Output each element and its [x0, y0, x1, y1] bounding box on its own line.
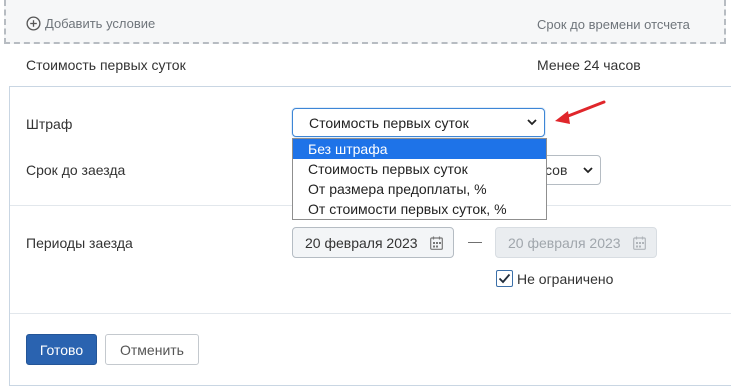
- cancel-button[interactable]: Отменить: [105, 334, 199, 365]
- unlimited-label: Не ограничено: [517, 270, 614, 287]
- penalty-dropdown-list: Без штрафа Стоимость первых суток От раз…: [292, 138, 547, 220]
- penalty-select[interactable]: Стоимость первых суток: [292, 108, 545, 137]
- dropdown-option[interactable]: От стоимости первых суток, %: [293, 199, 546, 219]
- date-from-value: 20 февраля 2023: [305, 234, 418, 251]
- divider: [10, 313, 731, 314]
- condition-penalty-summary: Стоимость первых суток: [26, 57, 186, 73]
- condition-term-summary: Менее 24 часов: [537, 57, 641, 73]
- calendar-icon: [430, 236, 443, 250]
- term-column-header: Срок до времени отсчета: [537, 17, 690, 32]
- add-condition-button[interactable]: Добавить условие: [26, 16, 155, 31]
- plus-circle-icon: [26, 16, 41, 31]
- red-arrow-annotation: [555, 100, 606, 124]
- dropdown-option[interactable]: От размера предоплаты, %: [293, 179, 546, 199]
- periods-label: Периоды заезда: [26, 235, 133, 251]
- chevron-down-icon: [583, 167, 593, 174]
- unlimited-checkbox[interactable]: Не ограничено: [496, 270, 613, 287]
- penalty-select-value: Стоимость первых суток: [309, 114, 469, 131]
- date-to-value: 20 февраля 2023: [508, 234, 621, 251]
- checkmark-icon: [498, 273, 511, 284]
- dropdown-option[interactable]: Стоимость первых суток: [293, 159, 546, 179]
- add-condition-label: Добавить условие: [45, 16, 156, 31]
- calendar-icon: [633, 236, 646, 250]
- done-button[interactable]: Готово: [26, 334, 97, 365]
- chevron-down-icon: [527, 119, 537, 126]
- dropdown-option[interactable]: Без штрафа: [293, 139, 546, 159]
- deadline-label: Срок до заезда: [26, 162, 126, 178]
- date-from-input[interactable]: 20 февраля 2023: [292, 227, 454, 258]
- checkbox-box[interactable]: [496, 270, 513, 287]
- deadline-unit-select[interactable]: сов: [540, 155, 601, 185]
- deadline-unit-value: сов: [545, 162, 568, 178]
- date-to-input[interactable]: 20 февраля 2023: [495, 227, 657, 258]
- date-range-separator: —: [468, 233, 482, 249]
- penalty-label: Штраф: [26, 116, 73, 132]
